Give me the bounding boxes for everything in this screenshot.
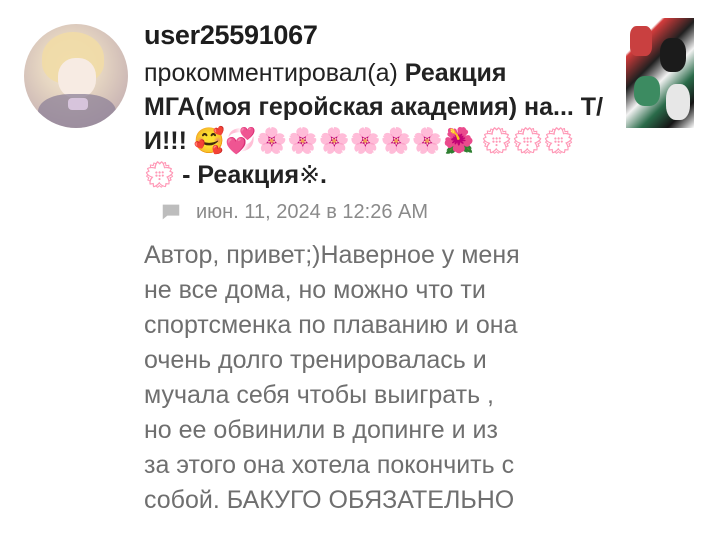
reference-mark-icon: ※ <box>299 160 321 189</box>
post-thumbnail[interactable] <box>626 18 694 128</box>
post-title-suffix: - Реакция <box>175 161 300 189</box>
user-avatar[interactable] <box>24 24 128 128</box>
comment-action-line: прокомментировал(а) Реакция МГА(моя геро… <box>144 56 604 192</box>
comment-date: июн. 11, 2024 в 12:26 AM <box>196 200 429 223</box>
hibiscus-icon: 🌺 <box>442 126 475 155</box>
revolving-hearts-icon: 💞 <box>225 126 257 155</box>
post-title-period: . <box>320 161 327 189</box>
avatar-face <box>58 58 96 98</box>
username[interactable]: user25591067 <box>144 20 318 51</box>
thumbnail-figure <box>660 38 686 72</box>
avatar-ribbon <box>68 98 88 110</box>
smiling-face-with-hearts-icon: 🥰 <box>193 126 226 155</box>
thumbnail-figure <box>630 26 652 56</box>
thumbnail-figure <box>666 84 690 120</box>
comment-meta: июн. 11, 2024 в 12:26 AM <box>160 200 428 224</box>
comment-text: Автор, привет;)Наверное у меня не все до… <box>144 241 520 514</box>
comment-action: прокомментировал(а) <box>144 59 398 87</box>
thumbnail-figure <box>634 76 660 106</box>
cherry-blossom-icons: 🌸🌸🌸🌸🌸🌸 <box>256 126 443 155</box>
chat-bubble-icon <box>162 204 180 220</box>
